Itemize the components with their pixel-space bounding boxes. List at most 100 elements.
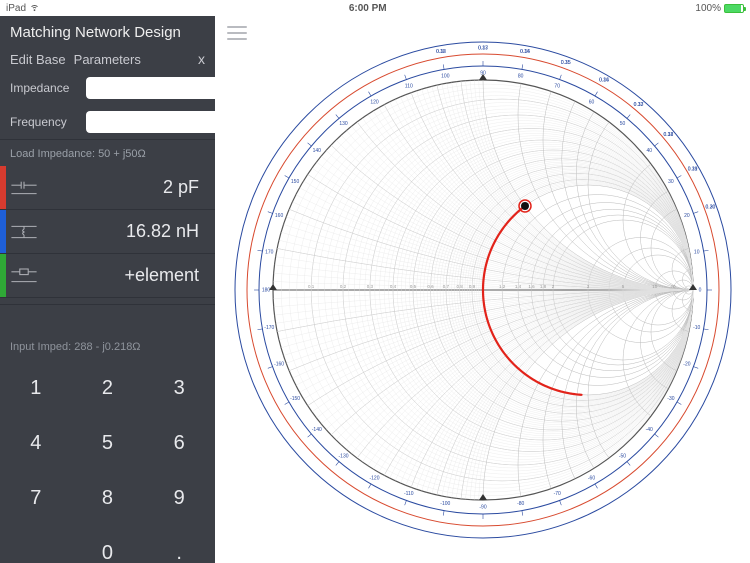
main-area: 1801701601501401301201101009080706050403… — [215, 16, 750, 563]
svg-text:110: 110 — [404, 83, 412, 89]
svg-text:80: 80 — [517, 73, 523, 79]
svg-text:0.32: 0.32 — [663, 131, 673, 137]
svg-text:150: 150 — [290, 178, 299, 184]
clock-label: 6:00 PM — [40, 3, 695, 14]
svg-text:170: 170 — [265, 249, 274, 255]
element-row-add[interactable]: +element — [0, 254, 215, 298]
svg-text:10: 10 — [652, 284, 658, 289]
sidebar: Matching Network Design Edit Base Parame… — [0, 16, 215, 563]
svg-text:1.2: 1.2 — [498, 284, 505, 289]
svg-text:0.35: 0.35 — [560, 59, 570, 65]
svg-text:130: 130 — [339, 121, 348, 127]
load-impedance-label: Load Impedance: 50 + j50Ω — [0, 139, 215, 166]
svg-text:-20: -20 — [683, 361, 690, 367]
svg-text:-100: -100 — [440, 501, 450, 507]
svg-text:0.33: 0.33 — [633, 101, 643, 107]
svg-text:0.30: 0.30 — [705, 204, 715, 210]
edit-base-link[interactable]: Edit Base — [10, 52, 66, 67]
wifi-icon — [29, 1, 40, 15]
svg-text:180: 180 — [261, 287, 270, 293]
keypad-5[interactable]: 5 — [72, 416, 144, 471]
carrier-label: iPad — [6, 3, 26, 14]
svg-text:-120: -120 — [369, 475, 379, 481]
keypad-3[interactable]: 3 — [143, 361, 215, 416]
svg-text:0.1: 0.1 — [308, 284, 315, 289]
svg-text:-150: -150 — [290, 395, 300, 401]
parameters-link[interactable]: Parameters — [74, 52, 141, 67]
smith-chart[interactable]: 1801701601501401301201101009080706050403… — [215, 16, 750, 563]
svg-text:-170: -170 — [264, 325, 274, 331]
close-button[interactable]: x — [198, 51, 205, 67]
element-value: +element — [42, 265, 215, 286]
shunt-inductor-icon — [6, 222, 42, 242]
svg-text:60: 60 — [588, 99, 594, 105]
impedance-label: Impedance — [10, 81, 80, 95]
keypad-9[interactable]: 9 — [143, 471, 215, 526]
svg-text:-110: -110 — [403, 491, 413, 497]
svg-text:-50: -50 — [618, 453, 625, 459]
svg-text:120: 120 — [370, 99, 379, 105]
svg-text:-90: -90 — [479, 504, 486, 510]
svg-text:0.3: 0.3 — [366, 284, 373, 289]
numeric-keypad: 1 2 3 4 5 6 7 8 9 0 . — [0, 361, 215, 563]
svg-text:0.37: 0.37 — [478, 45, 488, 51]
svg-text:0.9: 0.9 — [468, 284, 475, 289]
svg-text:0.6: 0.6 — [427, 284, 434, 289]
svg-text:0.5: 0.5 — [409, 284, 416, 289]
svg-text:0.38: 0.38 — [436, 49, 446, 55]
svg-text:0.36: 0.36 — [520, 49, 530, 55]
svg-text:20: 20 — [670, 284, 676, 289]
keypad-7[interactable]: 7 — [0, 471, 72, 526]
battery-icon — [724, 4, 744, 13]
svg-text:0.4: 0.4 — [389, 284, 396, 289]
add-element-icon — [6, 266, 42, 286]
svg-text:50: 50 — [619, 121, 625, 127]
svg-text:1.8: 1.8 — [539, 284, 546, 289]
keypad-dot[interactable]: . — [143, 526, 215, 563]
svg-text:0.7: 0.7 — [442, 284, 449, 289]
frequency-label: Frequency — [10, 115, 80, 129]
svg-text:-40: -40 — [645, 426, 652, 432]
element-row-inductor[interactable]: 16.82 nH — [0, 210, 215, 254]
svg-text:-130: -130 — [338, 453, 348, 459]
app-title: Matching Network Design — [0, 16, 215, 47]
svg-text:-30: -30 — [667, 395, 674, 401]
svg-text:-160: -160 — [274, 361, 284, 367]
input-impedance-label: Input Imped: 288 - j0.218Ω — [0, 304, 215, 361]
svg-text:160: 160 — [274, 213, 283, 219]
element-value: 16.82 nH — [42, 221, 215, 242]
svg-text:-60: -60 — [587, 475, 594, 481]
svg-text:10: 10 — [693, 249, 699, 255]
svg-text:70: 70 — [554, 83, 560, 89]
svg-text:-140: -140 — [311, 426, 321, 432]
keypad-8[interactable]: 8 — [72, 471, 144, 526]
series-capacitor-icon — [6, 178, 42, 198]
svg-text:0: 0 — [698, 287, 701, 293]
svg-text:0.8: 0.8 — [456, 284, 463, 289]
keypad-4[interactable]: 4 — [0, 416, 72, 471]
status-bar: iPad 6:00 PM 100% — [0, 0, 750, 16]
svg-text:40: 40 — [646, 147, 652, 153]
svg-text:20: 20 — [684, 213, 690, 219]
svg-text:-10: -10 — [693, 325, 700, 331]
svg-text:1.6: 1.6 — [528, 284, 535, 289]
svg-text:-70: -70 — [553, 491, 560, 497]
element-row-capacitor[interactable]: 2 pF — [0, 166, 215, 210]
svg-text:100: 100 — [441, 73, 450, 79]
svg-text:1.4: 1.4 — [514, 284, 521, 289]
svg-text:0.34: 0.34 — [599, 77, 609, 83]
keypad-blank — [0, 526, 72, 563]
svg-text:30: 30 — [668, 178, 674, 184]
element-value: 2 pF — [42, 177, 215, 198]
svg-text:0.31: 0.31 — [687, 166, 697, 172]
frequency-row: Frequency MHz — [0, 105, 215, 139]
svg-text:0.2: 0.2 — [339, 284, 346, 289]
svg-text:-80: -80 — [517, 501, 524, 507]
svg-text:140: 140 — [312, 147, 321, 153]
keypad-0[interactable]: 0 — [72, 526, 144, 563]
keypad-6[interactable]: 6 — [143, 416, 215, 471]
battery-pct-label: 100% — [695, 3, 721, 14]
impedance-row: Impedance Ω — [0, 71, 215, 105]
keypad-1[interactable]: 1 — [0, 361, 72, 416]
keypad-2[interactable]: 2 — [72, 361, 144, 416]
